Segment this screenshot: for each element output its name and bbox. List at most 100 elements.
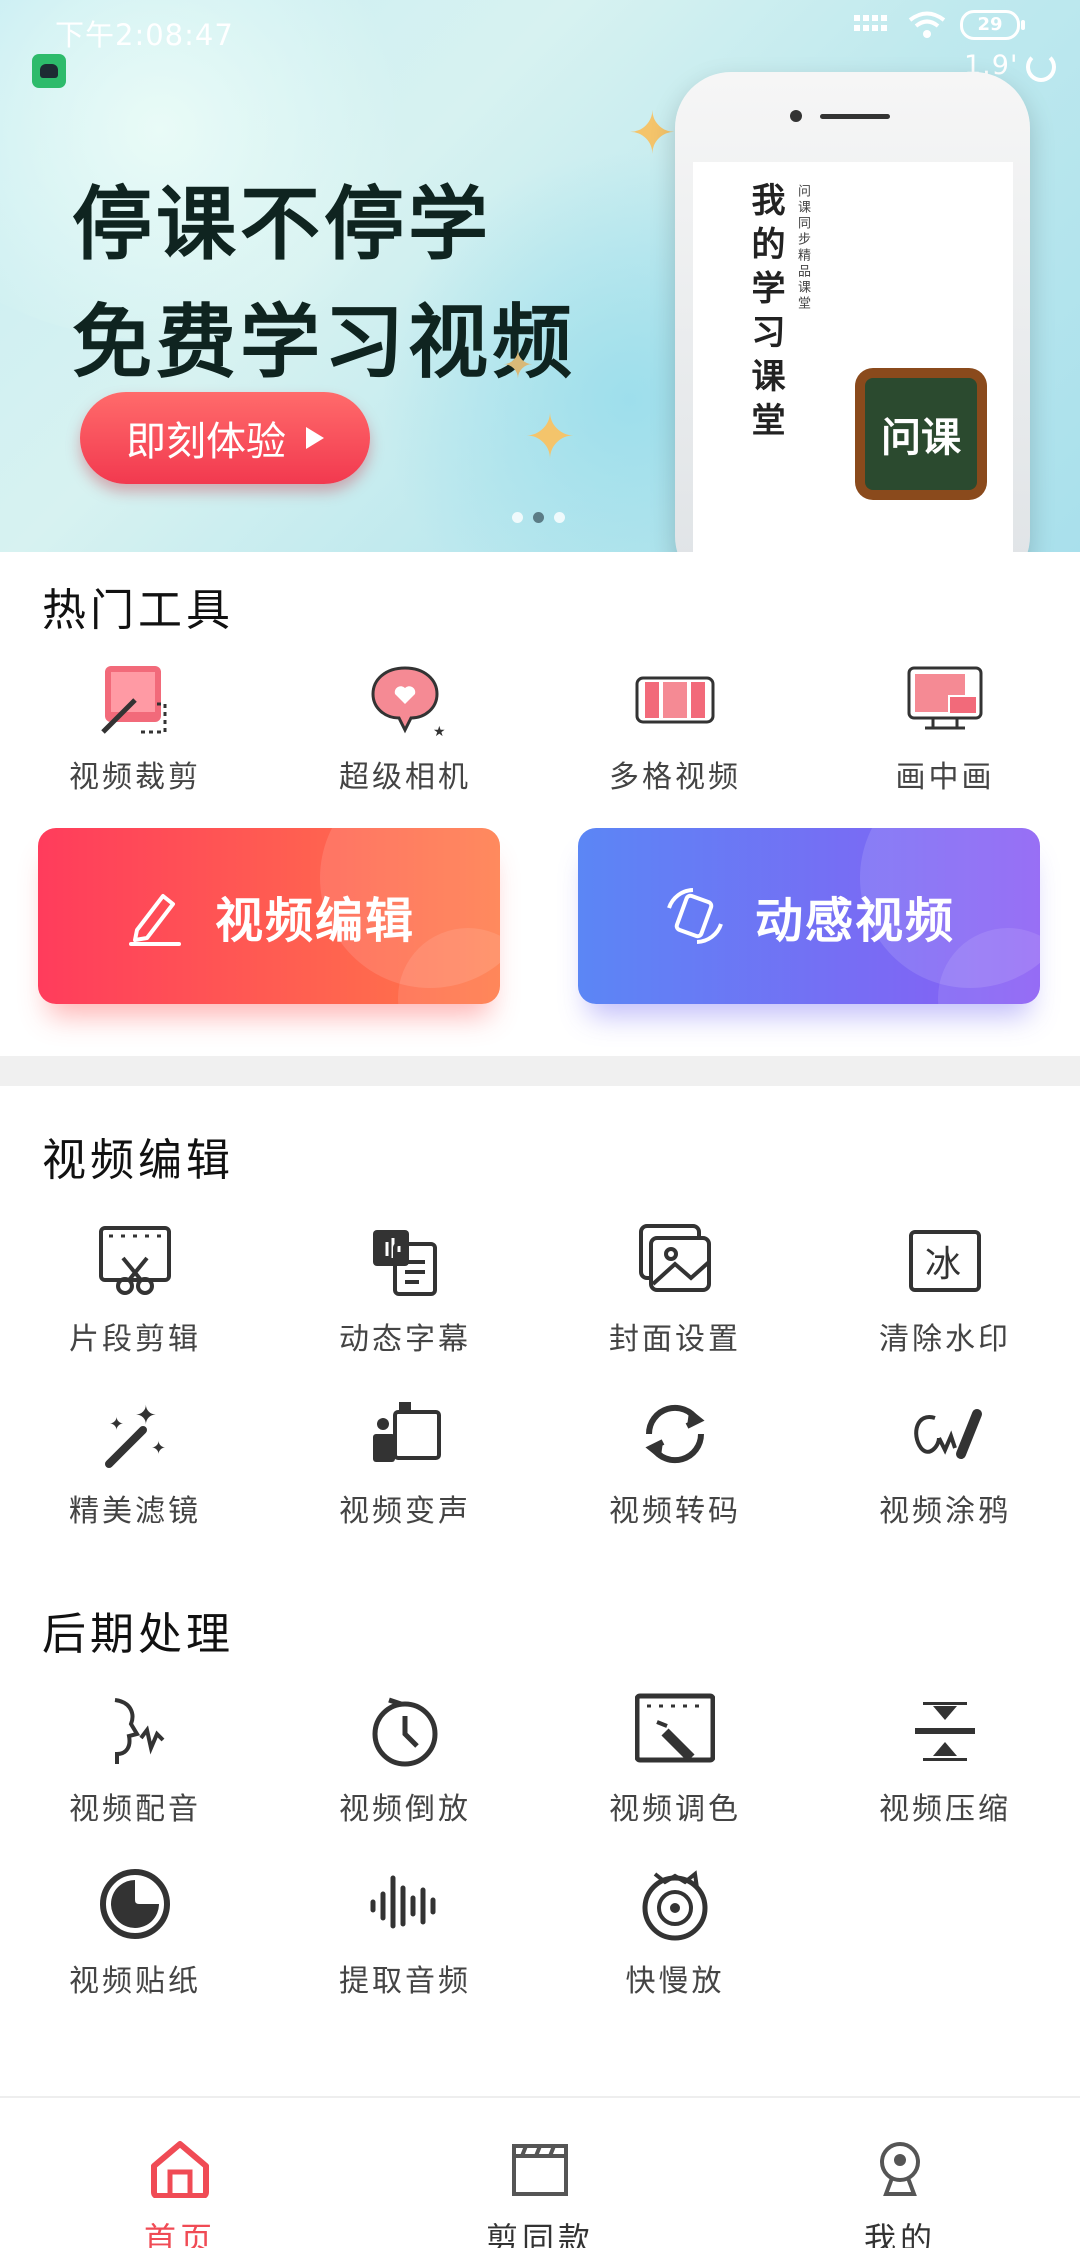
hot-tools-title: 热门工具 <box>42 585 234 636</box>
phone-title: 我的学习课堂 <box>745 182 785 446</box>
tool-transcode[interactable]: 视频转码 <box>540 1394 810 1530</box>
tool-super-camera[interactable]: ★ 超级相机 <box>270 660 540 796</box>
tool-remove-watermark[interactable]: 冰 清除水印 <box>810 1222 1080 1358</box>
cta-label: 即刻体验 <box>126 419 286 465</box>
convert-icon <box>635 1394 715 1474</box>
clapper-icon <box>512 2144 568 2196</box>
magic-wand-icon: ✦ ✦ ✦ <box>95 1394 175 1474</box>
battery-icon: 29 <box>960 10 1025 40</box>
tool-clip-edit[interactable]: 片段剪辑 <box>0 1222 270 1358</box>
tool-sticker[interactable]: 视频贴纸 <box>0 1864 270 2000</box>
compress-icon <box>905 1692 985 1772</box>
video-edit-button[interactable]: 视频编辑 <box>38 828 500 1004</box>
watermark-icon: 冰 <box>905 1222 985 1302</box>
profile-icon <box>880 2142 920 2196</box>
nav-tab-profile[interactable]: 我的 <box>800 2138 1000 2248</box>
tool-label: 快慢放 <box>625 1964 725 1999</box>
tool-label: 封面设置 <box>609 1322 741 1357</box>
voice-change-icon <box>365 1394 445 1474</box>
tool-reverse[interactable]: 视频倒放 <box>270 1692 540 1828</box>
tool-compress[interactable]: 视频压缩 <box>810 1692 1080 1828</box>
tool-label: 视频裁剪 <box>69 760 201 795</box>
svg-text:✦: ✦ <box>135 1401 157 1431</box>
app-screen: 下午2:08:47 29 1.9' 停课不停学 免费学习视频 即刻体验 ✦ ✦ … <box>0 0 1080 2248</box>
edit-pencil-icon <box>128 894 181 946</box>
tool-label: 清除水印 <box>879 1322 1011 1357</box>
reverse-clock-icon <box>365 1692 445 1772</box>
sticker-icon <box>95 1864 175 1944</box>
tool-cover-setting[interactable]: 封面设置 <box>540 1222 810 1358</box>
tool-multi-grid[interactable]: 多格视频 <box>540 660 810 796</box>
tool-label: 视频倒放 <box>339 1792 471 1827</box>
dynamic-video-button[interactable]: 动感视频 <box>578 828 1040 1004</box>
tool-label: 视频变声 <box>339 1494 471 1529</box>
tool-label: 提取音频 <box>339 1964 471 1999</box>
heart-camera-icon: ★ <box>365 660 445 740</box>
tool-color-adjust[interactable]: 视频调色 <box>540 1692 810 1828</box>
speed-disc-icon <box>635 1864 715 1944</box>
status-icons: 29 <box>854 10 1025 40</box>
picture-in-picture-icon <box>905 660 985 740</box>
tool-dynamic-subtitle[interactable]: 动态字幕 <box>270 1222 540 1358</box>
svg-text:✦: ✦ <box>151 1438 166 1459</box>
cover-image-icon <box>635 1222 715 1302</box>
video-edit-label: 视频编辑 <box>214 893 415 949</box>
doodle-pen-icon <box>905 1394 985 1474</box>
tool-label: 视频涂鸦 <box>879 1494 1011 1529</box>
tool-label: 片段剪辑 <box>69 1322 201 1357</box>
tool-video-crop[interactable]: 视频裁剪 <box>0 660 270 796</box>
dubbing-icon <box>95 1692 175 1772</box>
nav-tab-home[interactable]: 首页 <box>80 2138 280 2248</box>
video-edit-title: 视频编辑 <box>42 1135 234 1186</box>
rotate-cards-icon <box>667 888 723 944</box>
tool-filter[interactable]: ✦ ✦ ✦ 精美滤镜 <box>0 1394 270 1530</box>
app-notification-icon <box>32 54 66 88</box>
pager-dot[interactable] <box>512 512 523 523</box>
tool-label: 视频压缩 <box>879 1792 1011 1827</box>
sparkle-icon: ✦ <box>628 99 677 167</box>
post-processing-title: 后期处理 <box>42 1609 234 1660</box>
phone-subtitle: 问课同步精品课堂 <box>795 184 810 312</box>
tool-dubbing[interactable]: 视频配音 <box>0 1692 270 1828</box>
banner-headline-1: 停课不停学 <box>72 178 492 271</box>
play-arrow-icon <box>306 427 324 449</box>
crop-icon <box>95 660 175 740</box>
phone-speaker <box>820 114 890 119</box>
nav-label: 剪同款 <box>485 2220 594 2248</box>
nav-label: 首页 <box>143 2220 216 2248</box>
multi-grid-icon <box>635 660 715 740</box>
svg-text:✦: ✦ <box>109 1414 124 1435</box>
tool-label: 画中画 <box>895 760 995 795</box>
home-icon <box>151 2141 209 2199</box>
bottom-nav: 首页 剪同款 我的 <box>0 2096 1080 2248</box>
promo-banner[interactable]: 下午2:08:47 29 1.9' 停课不停学 免费学习视频 即刻体验 ✦ ✦ … <box>0 0 1080 552</box>
chalkboard-logo: 问课 <box>855 368 987 500</box>
svg-text:★: ★ <box>433 724 445 740</box>
tool-voice-change[interactable]: 视频变声 <box>270 1394 540 1530</box>
banner-pager[interactable] <box>512 512 565 523</box>
pager-dot[interactable] <box>554 512 565 523</box>
tool-speed[interactable]: 快慢放 <box>540 1864 810 2000</box>
tool-label: 多格视频 <box>609 760 741 795</box>
clip-scissors-icon <box>95 1222 175 1302</box>
chalkboard-text: 问课 <box>865 378 977 490</box>
tool-extract-audio[interactable]: 提取音频 <box>270 1864 540 2000</box>
banner-cta-button[interactable]: 即刻体验 <box>80 392 370 484</box>
pager-dot-active[interactable] <box>533 512 544 523</box>
refresh-icon <box>1026 52 1056 82</box>
tool-label: 视频贴纸 <box>69 1964 201 1999</box>
banner-headline-2: 免费学习视频 <box>72 296 576 389</box>
dynamic-video-label: 动感视频 <box>754 893 955 949</box>
tool-label: 动态字幕 <box>339 1322 471 1357</box>
nav-tab-templates[interactable]: 剪同款 <box>440 2138 640 2248</box>
tool-picture-in-picture[interactable]: 画中画 <box>810 660 1080 796</box>
color-adjust-icon <box>635 1692 715 1772</box>
audio-wave-icon <box>365 1864 445 1944</box>
signal-icon <box>854 15 887 31</box>
tool-label: 视频调色 <box>609 1792 741 1827</box>
nav-label: 我的 <box>863 2220 936 2248</box>
tool-label: 视频配音 <box>69 1792 201 1827</box>
wifi-icon <box>908 11 946 38</box>
tool-doodle[interactable]: 视频涂鸦 <box>810 1394 1080 1530</box>
sparkle-icon: ✦ <box>502 343 534 387</box>
